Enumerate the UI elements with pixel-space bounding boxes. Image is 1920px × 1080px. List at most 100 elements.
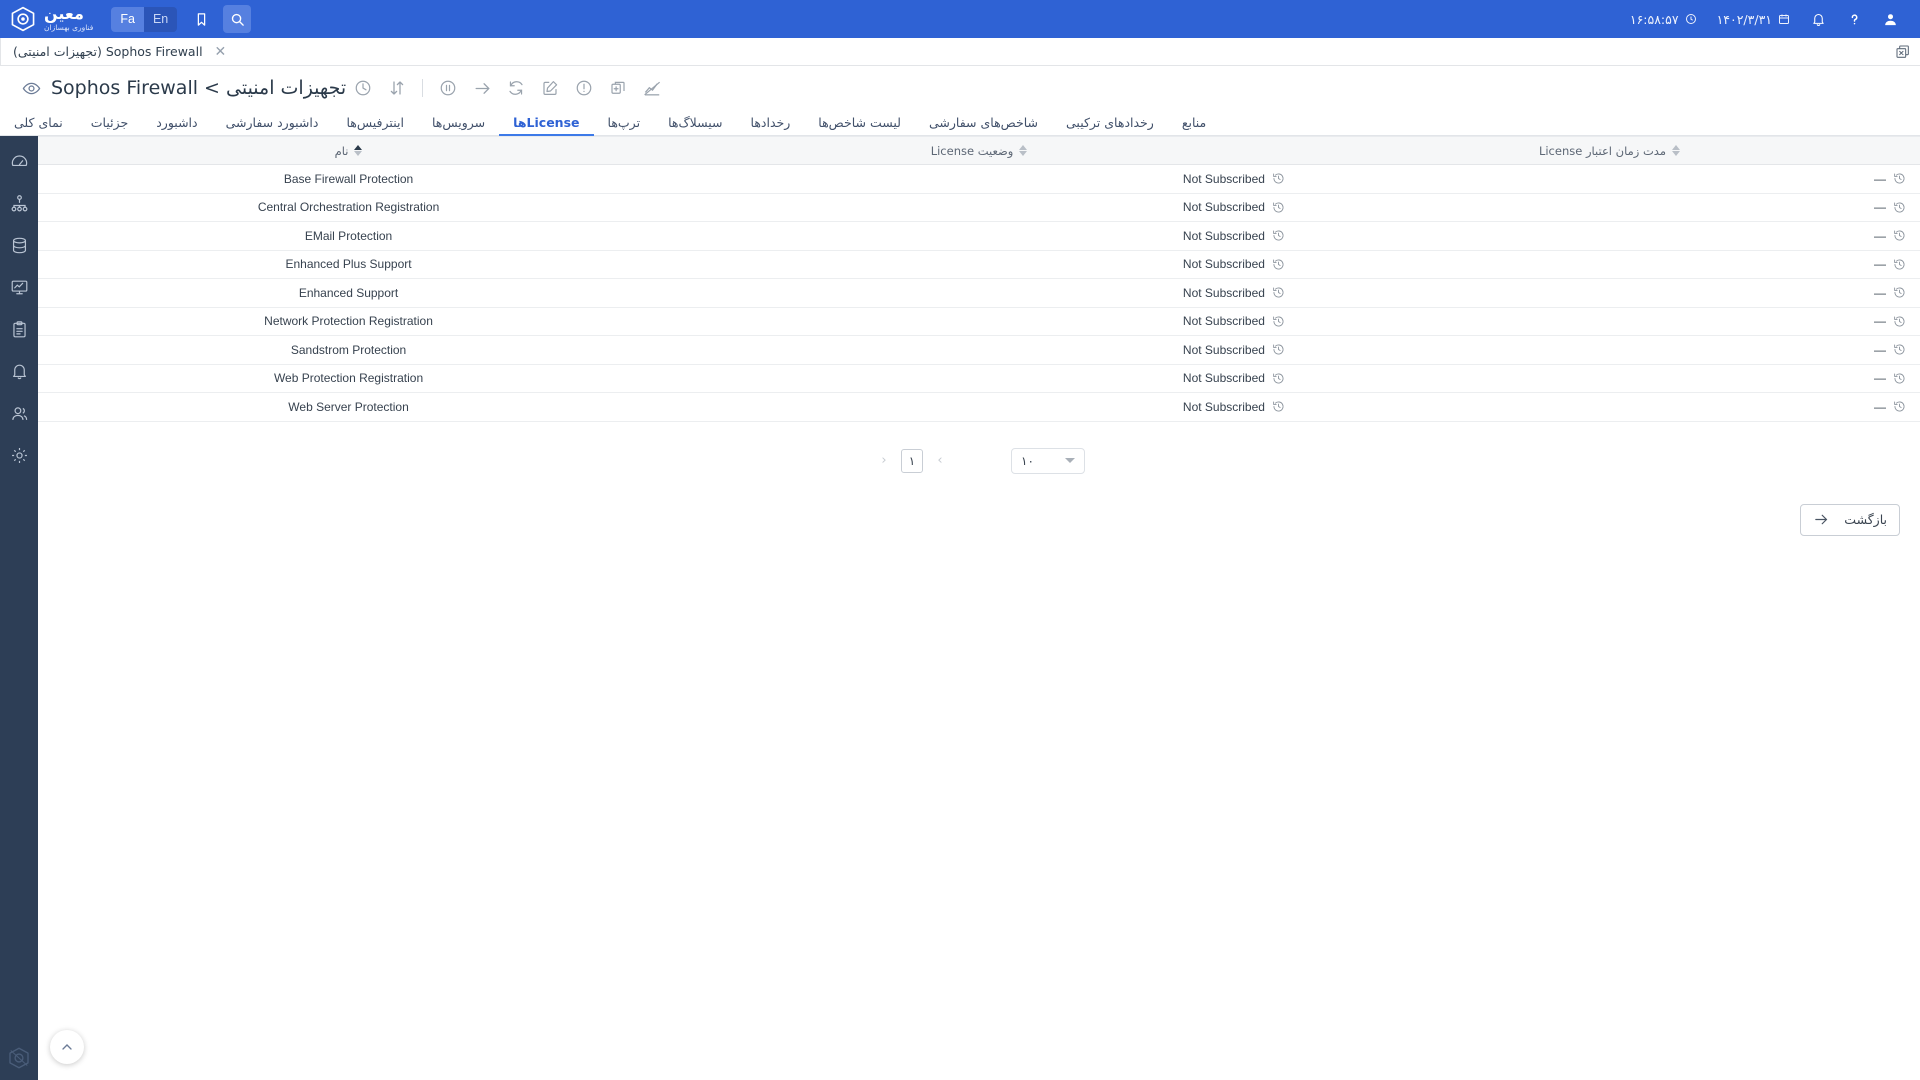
top-bar-left-group: ۱۴۰۲/۳/۳۱ ۱۶:۵۸:۵۷ bbox=[1620, 6, 1908, 32]
chart-disabled-icon[interactable] bbox=[635, 73, 669, 103]
status-value: Not Subscribed bbox=[1182, 257, 1265, 272]
history-icon[interactable] bbox=[1893, 372, 1906, 385]
duplicate-icon[interactable] bbox=[601, 73, 635, 103]
back-button[interactable]: بازگشت bbox=[1800, 503, 1900, 536]
users-icon[interactable] bbox=[6, 400, 32, 426]
history-icon[interactable] bbox=[1272, 372, 1285, 385]
table-row[interactable]: — Not Subscribed Web Protection Registrati… bbox=[38, 364, 1920, 393]
duration-value: — bbox=[1874, 314, 1886, 329]
table-row[interactable]: — Not Subscribed Web Server Protection bbox=[38, 392, 1920, 422]
refresh-icon[interactable] bbox=[499, 73, 533, 103]
tab-services[interactable]: سرویس‌ها bbox=[418, 111, 499, 136]
clipboard-icon[interactable] bbox=[6, 316, 32, 342]
sort-indicator-name[interactable] bbox=[354, 145, 363, 156]
bell-icon[interactable] bbox=[6, 358, 32, 384]
status-value: Not Subscribed bbox=[1182, 171, 1265, 186]
table-row[interactable]: — Not Subscribed Network Protection Regist… bbox=[38, 307, 1920, 336]
table-row[interactable]: — Not Subscribed Enhanced Plus Support bbox=[38, 250, 1920, 279]
tab-composite-events[interactable]: رخدادهای ترکیبی bbox=[1052, 111, 1168, 136]
history-icon[interactable] bbox=[1893, 201, 1906, 214]
history-icon[interactable] bbox=[1272, 229, 1285, 242]
arrow-right-icon[interactable] bbox=[465, 73, 499, 103]
column-header-name[interactable]: نام bbox=[38, 136, 660, 165]
sort-indicator-status[interactable] bbox=[1019, 145, 1028, 156]
cell-status: Not Subscribed bbox=[659, 392, 1299, 422]
time-text: ۱۶:۵۸:۵۷ bbox=[1629, 11, 1679, 27]
notification-bell-icon[interactable] bbox=[1800, 6, 1836, 32]
user-icon[interactable] bbox=[1872, 6, 1908, 32]
history-icon[interactable] bbox=[1272, 315, 1285, 328]
sort-icon[interactable] bbox=[380, 73, 414, 103]
right-sidebar bbox=[0, 136, 38, 1080]
table-row[interactable]: — Not Subscribed Enhanced Support bbox=[38, 278, 1920, 308]
history-icon[interactable] bbox=[1272, 172, 1285, 185]
tab-custom-dashboard[interactable]: داشبورد سفارشی bbox=[212, 111, 333, 136]
tab-dashboard[interactable]: داشبورد bbox=[142, 111, 211, 136]
alert-circle-icon[interactable] bbox=[567, 73, 601, 103]
table-row[interactable]: — Not Subscribed Base Firewall Protection bbox=[38, 164, 1920, 194]
clock-icon[interactable] bbox=[346, 73, 380, 103]
database-icon[interactable] bbox=[6, 232, 32, 258]
edit-icon[interactable] bbox=[533, 73, 567, 103]
sort-indicator-duration[interactable] bbox=[1672, 145, 1681, 156]
history-icon[interactable] bbox=[1893, 315, 1906, 328]
table-row[interactable]: — Not Subscribed EMail Protection bbox=[38, 221, 1920, 251]
history-icon[interactable] bbox=[1893, 258, 1906, 271]
table-row[interactable]: — Not Subscribed Central Orchestration Reg… bbox=[38, 193, 1920, 222]
history-icon[interactable] bbox=[1272, 286, 1285, 299]
history-icon[interactable] bbox=[1272, 258, 1285, 271]
help-icon[interactable] bbox=[1836, 6, 1872, 32]
pause-circle-icon[interactable] bbox=[431, 73, 465, 103]
tab-details[interactable]: جزئیات bbox=[77, 111, 142, 136]
history-icon[interactable] bbox=[1893, 286, 1906, 299]
duration-value: — bbox=[1874, 342, 1886, 357]
lang-fa-button[interactable]: Fa bbox=[111, 6, 144, 32]
status-value: Not Subscribed bbox=[1182, 285, 1265, 300]
next-page-button[interactable]: › bbox=[929, 450, 951, 472]
prev-page-button[interactable]: ‹ bbox=[873, 450, 895, 472]
eye-icon[interactable] bbox=[22, 79, 41, 98]
license-table: مدت زمان اعتبار License وضعیت License نا… bbox=[38, 136, 1920, 422]
history-icon[interactable] bbox=[1893, 343, 1906, 356]
cell-duration: — bbox=[1298, 250, 1920, 279]
history-icon[interactable] bbox=[1272, 400, 1285, 413]
module-tab-list: نمای کلی جزئیات داشبورد داشبورد سفارشی ا… bbox=[0, 110, 1220, 136]
history-icon[interactable] bbox=[1893, 172, 1906, 185]
tab-overview[interactable]: نمای کلی bbox=[0, 111, 77, 136]
history-icon[interactable] bbox=[1893, 229, 1906, 242]
close-all-tabs-icon[interactable] bbox=[1886, 38, 1920, 65]
language-switcher[interactable]: En Fa bbox=[111, 6, 178, 32]
tab-traps[interactable]: ترپ‌ها bbox=[594, 111, 655, 136]
column-header-duration[interactable]: مدت زمان اعتبار License bbox=[1298, 136, 1920, 165]
history-icon[interactable] bbox=[1893, 400, 1906, 413]
history-icon[interactable] bbox=[1272, 343, 1285, 356]
tab-interfaces[interactable]: اینترفیس‌ها bbox=[332, 111, 417, 136]
cell-name: Enhanced Plus Support bbox=[38, 250, 660, 279]
monitor-chart-icon[interactable] bbox=[6, 274, 32, 300]
column-header-status[interactable]: وضعیت License bbox=[659, 136, 1299, 165]
cell-status: Not Subscribed bbox=[659, 250, 1299, 279]
tab-resources[interactable]: منابع bbox=[1168, 111, 1220, 136]
gear-icon[interactable] bbox=[6, 442, 32, 468]
lang-en-button[interactable]: En bbox=[143, 6, 178, 32]
search-icon[interactable] bbox=[223, 5, 252, 33]
tab-syslogs[interactable]: سیسلاگ‌ها bbox=[654, 111, 736, 136]
hierarchy-icon[interactable] bbox=[6, 190, 32, 216]
status-value: Not Subscribed bbox=[1182, 399, 1265, 414]
scroll-to-top-button[interactable] bbox=[50, 1030, 84, 1064]
tab-custom-metrics[interactable]: شاخص‌های سفارشی bbox=[915, 111, 1052, 136]
gauge-icon[interactable] bbox=[6, 148, 32, 174]
tab-events[interactable]: رخدادها bbox=[737, 111, 805, 136]
tab-metric-list[interactable]: لیست شاخص‌ها bbox=[804, 111, 915, 136]
document-tab[interactable]: ✕ Sophos Firewall (تجهیزات امنیتی) bbox=[0, 38, 239, 65]
history-icon[interactable] bbox=[1272, 201, 1285, 214]
page-number-1[interactable]: ۱ bbox=[901, 448, 923, 473]
table-row[interactable]: — Not Subscribed Sandstrom Protection bbox=[38, 335, 1920, 365]
page-size-select[interactable]: ۱۰ bbox=[1011, 447, 1085, 474]
module-tab-bar: نمای کلی جزئیات داشبورد داشبورد سفارشی ا… bbox=[0, 110, 1920, 136]
tab-licenses[interactable]: License‌ها bbox=[499, 111, 594, 136]
time-display: ۱۶:۵۸:۵۷ bbox=[1620, 12, 1707, 27]
page-title: تجهیزات امنیتی > Sophos Firewall bbox=[22, 77, 346, 99]
tab-close-icon[interactable]: ✕ bbox=[215, 45, 227, 59]
bookmark-icon[interactable] bbox=[187, 5, 215, 33]
